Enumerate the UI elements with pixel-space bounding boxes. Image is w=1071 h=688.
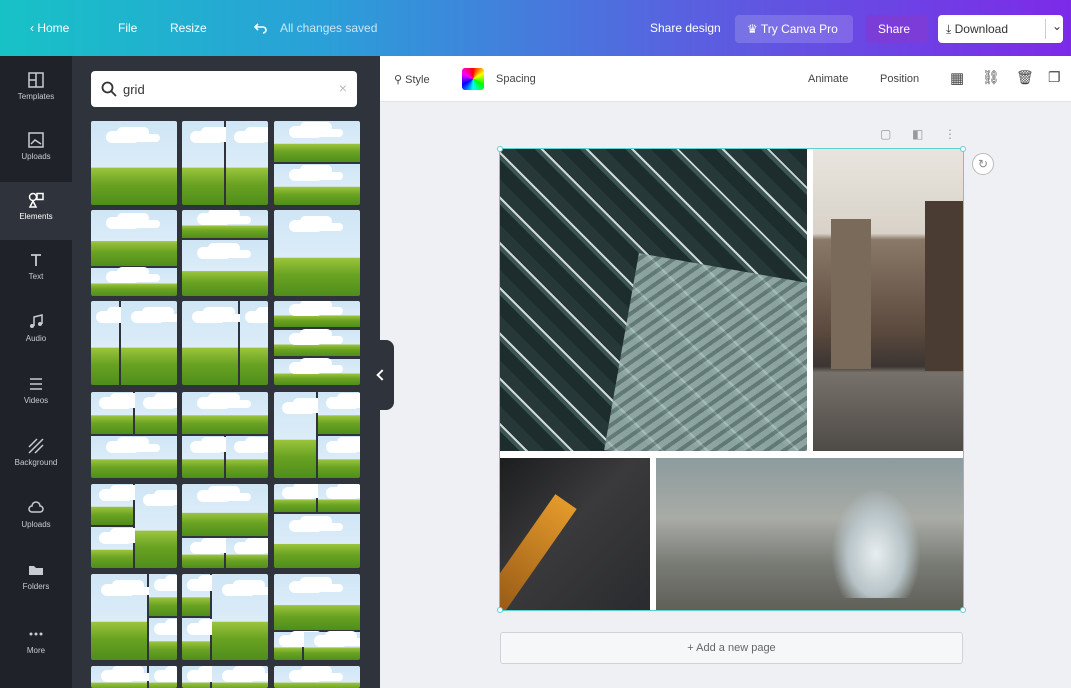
pattern-icon xyxy=(28,438,44,454)
photo-street-buildings[interactable] xyxy=(813,149,963,451)
grids-panel: × xyxy=(72,56,380,688)
side-icon-bar: Templates Uploads Elements Text Audio Vi… xyxy=(0,56,72,688)
editor-toolbar: ⚲ Style Spacing Animate Position ▦ ⛓ 🗑 ❐ xyxy=(380,56,1071,102)
undo-icon[interactable] xyxy=(253,20,268,38)
grid-template-thumb[interactable] xyxy=(274,301,360,385)
sidebar-item-templates[interactable]: Templates xyxy=(0,62,72,120)
trash-icon[interactable]: 🗑 xyxy=(1016,69,1034,86)
lock-icon[interactable]: ▢ xyxy=(880,127,891,141)
upload-icon xyxy=(28,132,44,148)
grid-template-thumb[interactable] xyxy=(182,121,268,205)
grid-template-thumb[interactable] xyxy=(274,210,360,296)
download-icon: ⤓ xyxy=(946,22,955,36)
sidebar-item-background[interactable]: Background xyxy=(0,428,72,486)
search-icon xyxy=(101,81,117,97)
style-icon: ⚲ xyxy=(394,74,406,86)
resize-handle[interactable] xyxy=(960,607,966,613)
grid-template-thumb[interactable] xyxy=(91,301,177,385)
animate-button[interactable]: Animate xyxy=(808,73,848,85)
sidebar-item-audio[interactable]: Audio xyxy=(0,304,72,362)
grid-template-thumb[interactable] xyxy=(91,392,177,478)
resize-menu[interactable]: Resize xyxy=(170,20,207,36)
video-icon xyxy=(30,378,42,390)
download-separator xyxy=(1045,19,1046,39)
grid-template-thumb[interactable] xyxy=(182,301,268,385)
grid-template-thumb[interactable] xyxy=(91,574,177,660)
text-icon xyxy=(31,254,41,266)
grid-template-thumb[interactable] xyxy=(274,574,360,660)
grid-template-thumb[interactable] xyxy=(274,121,360,205)
grid-template-thumb[interactable] xyxy=(274,666,360,688)
file-menu[interactable]: File xyxy=(118,20,137,36)
photo-road-closeup[interactable] xyxy=(500,458,650,610)
home-link[interactable]: ‹ Home xyxy=(30,20,69,36)
color-swatch[interactable] xyxy=(462,68,484,90)
saved-status: All changes saved xyxy=(280,21,378,35)
sidebar-item-photos[interactable]: Uploads xyxy=(0,122,72,180)
grid-template-thumb[interactable] xyxy=(182,484,268,568)
resize-handle[interactable] xyxy=(497,146,503,152)
duplicate-page-icon[interactable]: ◧ xyxy=(912,127,923,141)
grid-template-thumb[interactable] xyxy=(274,392,360,478)
page-more-icon[interactable]: ⋮ xyxy=(944,127,956,141)
more-icon xyxy=(29,632,43,636)
top-bar: ‹ Home File Resize All changes saved Sha… xyxy=(0,0,1071,56)
share-button[interactable]: Share xyxy=(866,15,928,43)
share-design-link[interactable]: Share design xyxy=(650,20,721,36)
sidebar-item-text[interactable]: Text xyxy=(0,242,72,300)
grid-template-thumb[interactable] xyxy=(182,574,268,660)
shapes-icon xyxy=(28,192,44,208)
chevron-down-icon[interactable]: ⌄ xyxy=(1052,18,1062,34)
try-pro-button[interactable]: ♛ Try Canva Pro xyxy=(735,15,853,43)
position-button[interactable]: Position xyxy=(880,73,919,85)
grid-template-thumb[interactable] xyxy=(91,210,177,296)
grid-template-thumb[interactable] xyxy=(274,484,360,568)
sidebar-item-folders[interactable]: Folders xyxy=(0,552,72,610)
grid-template-thumb[interactable] xyxy=(91,484,177,568)
add-page-button[interactable]: + Add a new page xyxy=(500,632,963,664)
sidebar-item-elements[interactable]: Elements xyxy=(0,182,72,240)
crown-icon: ♛ xyxy=(747,22,761,36)
resize-handle[interactable] xyxy=(960,146,966,152)
sidebar-item-more[interactable]: More xyxy=(0,616,72,674)
photo-sneakers[interactable] xyxy=(656,458,963,610)
spacing-button[interactable]: Spacing xyxy=(496,73,536,85)
grid-template-thumb[interactable] xyxy=(91,121,177,205)
sidebar-item-videos[interactable]: Videos xyxy=(0,366,72,424)
grid-template-thumb[interactable] xyxy=(182,210,268,296)
link-icon[interactable]: ⛓ xyxy=(982,69,1000,86)
resize-handle[interactable] xyxy=(497,607,503,613)
layout-icon xyxy=(28,72,44,88)
grid-template-thumb[interactable] xyxy=(182,392,268,478)
sidebar-item-uploads[interactable]: Uploads xyxy=(0,490,72,548)
photo-aerial-city[interactable] xyxy=(500,149,807,451)
transparency-icon[interactable]: ▦ xyxy=(950,69,964,87)
copy-icon[interactable]: ❐ xyxy=(1048,69,1061,86)
folder-icon xyxy=(29,566,43,575)
search-box[interactable]: × xyxy=(91,71,357,107)
grid-template-thumb[interactable] xyxy=(91,666,177,688)
style-button[interactable]: ⚲ Style xyxy=(394,73,430,86)
panel-collapse-handle[interactable] xyxy=(372,340,394,410)
clear-icon[interactable]: × xyxy=(339,80,347,96)
grid-template-thumb[interactable] xyxy=(182,666,268,688)
rotate-icon[interactable]: ↻ xyxy=(972,153,994,175)
cloud-icon xyxy=(28,501,44,513)
design-canvas[interactable] xyxy=(500,149,963,610)
search-input[interactable] xyxy=(123,79,333,99)
music-icon xyxy=(30,314,43,328)
